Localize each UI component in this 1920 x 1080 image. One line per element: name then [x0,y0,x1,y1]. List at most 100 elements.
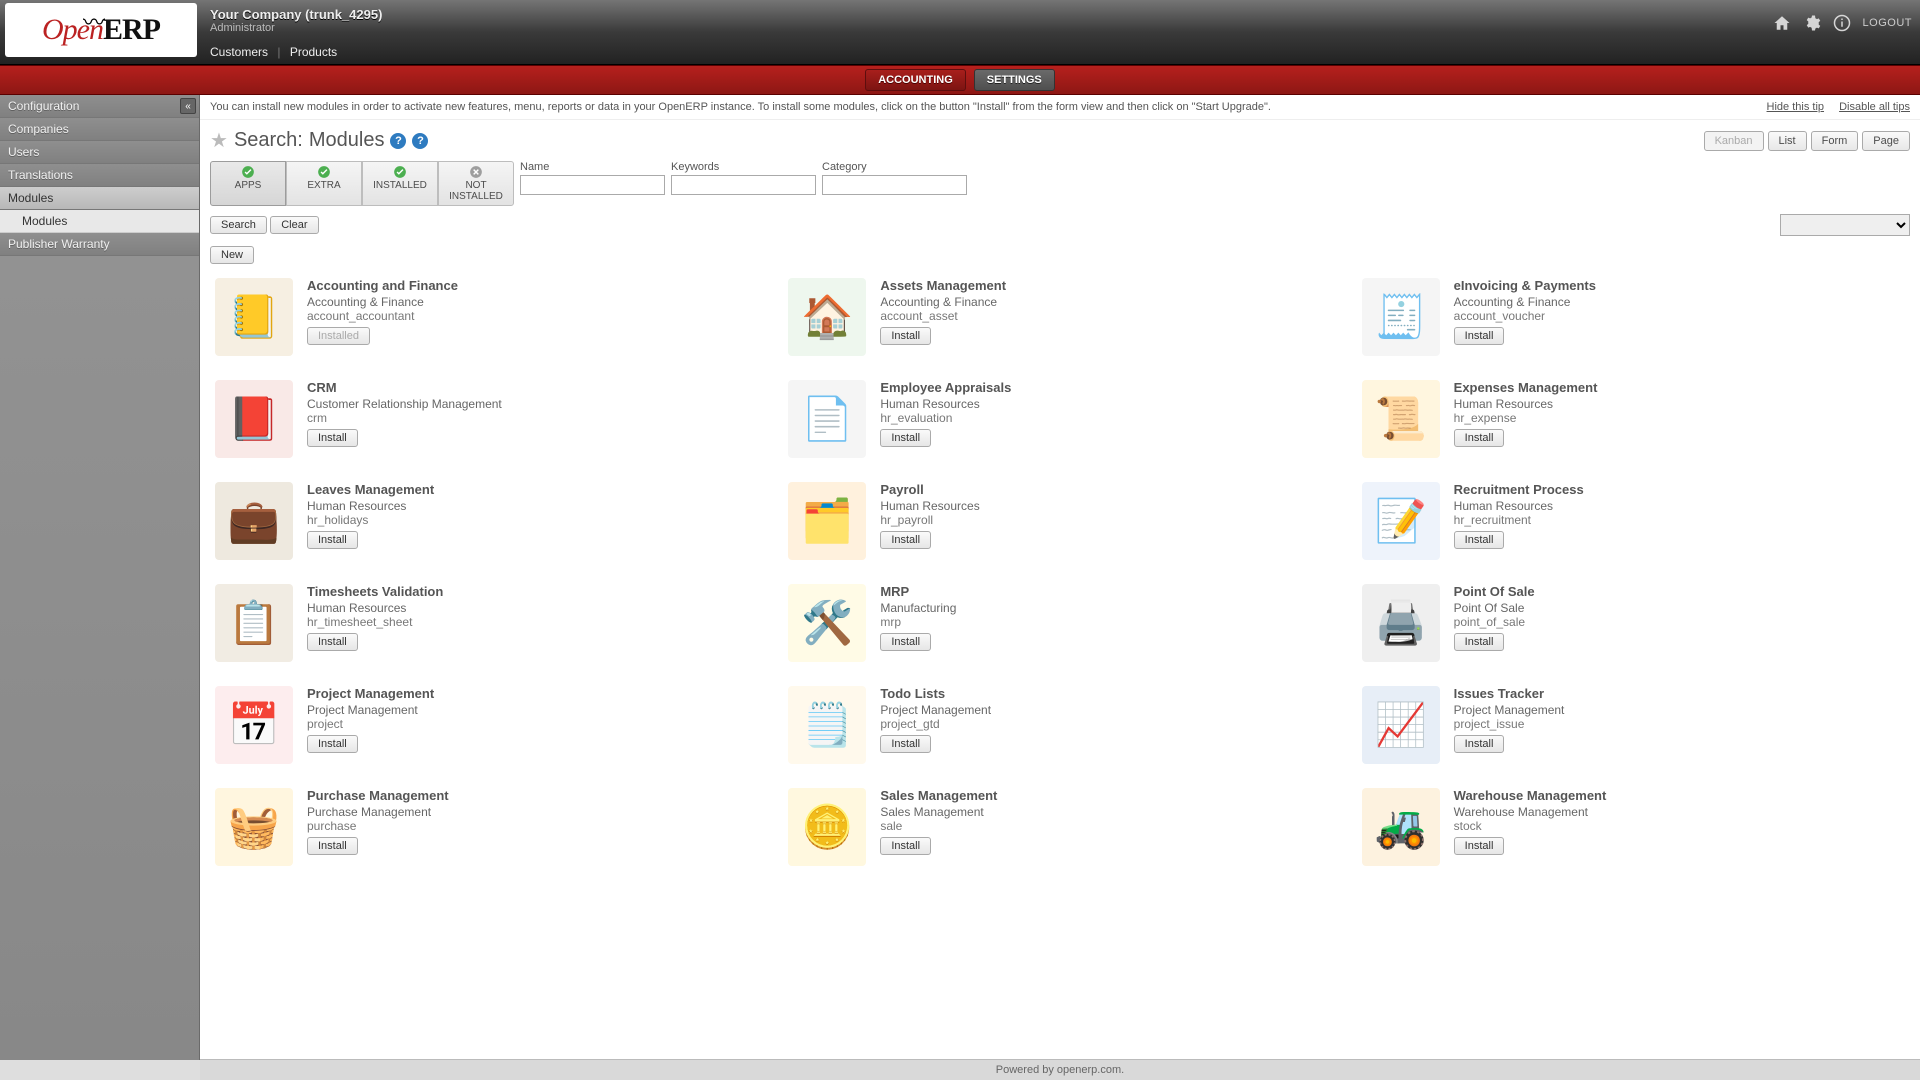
info-icon[interactable] [1833,14,1851,32]
sidebar-item-publisher-warranty[interactable]: Publisher Warranty [0,233,199,256]
module-category: Accounting & Finance [307,295,458,309]
install-button[interactable]: Install [1454,633,1505,651]
module-icon: 🏠 [788,278,866,356]
menu-customers[interactable]: Customers [210,45,268,59]
help-icon-2[interactable]: ? [412,133,428,149]
install-button[interactable]: Install [1454,837,1505,855]
install-button[interactable]: Install [307,837,358,855]
view-form[interactable]: Form [1811,131,1859,151]
sidebar-item-modules[interactable]: Modules [0,187,199,210]
module-card: 🗂️PayrollHuman Resourceshr_payrollInstal… [788,482,1331,560]
install-button[interactable]: Install [880,837,931,855]
module-icon: 📅 [215,686,293,764]
tab-accounting[interactable]: ACCOUNTING [865,69,966,91]
install-button[interactable]: Install [1454,327,1505,345]
module-tech-name: hr_timesheet_sheet [307,615,443,629]
tab-settings[interactable]: SETTINGS [974,69,1055,91]
module-card: 📄Employee AppraisalsHuman Resourceshr_ev… [788,380,1331,458]
input-name[interactable] [520,175,665,195]
filter-not-installed[interactable]: NOT INSTALLED [438,161,514,206]
view-switcher: Kanban List Form Page [1704,131,1910,151]
main-nav: ACCOUNTING SETTINGS [0,65,1920,95]
sidebar-subitem-modules[interactable]: Modules [0,210,199,233]
module-card: 🚜Warehouse ManagementWarehouse Managemen… [1362,788,1905,866]
help-icon[interactable]: ? [390,133,406,149]
module-icon: 📄 [788,380,866,458]
header-submenu: Customers | Products [210,45,337,59]
module-icon: 📋 [215,584,293,662]
module-card: 📕CRMCustomer Relationship ManagementcrmI… [215,380,758,458]
module-tech-name: stock [1454,819,1607,833]
module-title: Expenses Management [1454,380,1598,395]
view-page[interactable]: Page [1862,131,1910,151]
filter-apps[interactable]: APPS [210,161,286,206]
module-icon: 🧺 [215,788,293,866]
logo[interactable]: OpenERP 〰 [5,3,197,57]
module-icon: 🚜 [1362,788,1440,866]
sidebar-item-translations[interactable]: Translations [0,164,199,187]
module-icon: 🗂️ [788,482,866,560]
install-button[interactable]: Install [880,531,931,549]
gear-icon[interactable] [1803,14,1821,32]
input-category[interactable] [822,175,967,195]
module-category: Human Resources [1454,397,1598,411]
install-button[interactable]: Install [1454,735,1505,753]
clear-button[interactable]: Clear [270,216,318,234]
module-category: Purchase Management [307,805,449,819]
hide-tip-link[interactable]: Hide this tip [1767,101,1824,113]
module-card: 🏠Assets ManagementAccounting & Financeac… [788,278,1331,356]
module-tech-name: hr_holidays [307,513,434,527]
module-category: Human Resources [880,499,979,513]
home-icon[interactable] [1773,14,1791,32]
module-card: 🗒️Todo ListsProject Managementproject_gt… [788,686,1331,764]
user-role: Administrator [210,22,382,34]
check-icon [317,165,331,179]
module-category: Customer Relationship Management [307,397,502,411]
install-button[interactable]: Install [1454,531,1505,549]
install-button[interactable]: Install [880,429,931,447]
module-title: Payroll [880,482,979,497]
sidebar-collapse[interactable]: « [180,98,196,114]
install-button[interactable]: Install [880,633,931,651]
install-button[interactable]: Install [307,429,358,447]
module-category: Sales Management [880,805,997,819]
search-button[interactable]: Search [210,216,267,234]
module-tech-name: account_asset [880,309,1006,323]
new-button[interactable]: New [210,246,254,264]
install-button[interactable]: Install [880,735,931,753]
module-title: Sales Management [880,788,997,803]
module-title: Project Management [307,686,434,701]
favorite-star-icon[interactable]: ★ [210,128,228,153]
install-button[interactable]: Install [307,531,358,549]
view-list[interactable]: List [1768,131,1807,151]
module-category: Point Of Sale [1454,601,1535,615]
module-card: 📝Recruitment ProcessHuman Resourceshr_re… [1362,482,1905,560]
module-tech-name: hr_recruitment [1454,513,1584,527]
module-card: 🖨️Point Of SalePoint Of Salepoint_of_sal… [1362,584,1905,662]
field-keywords: Keywords [671,161,816,195]
filter-extra[interactable]: EXTRA [286,161,362,206]
pager-select[interactable] [1780,214,1910,236]
install-button[interactable]: Install [1454,429,1505,447]
module-title: Todo Lists [880,686,991,701]
logout-link[interactable]: LOGOUT [1863,17,1912,29]
filter-installed[interactable]: INSTALLED [362,161,438,206]
module-title: Leaves Management [307,482,434,497]
sidebar-item-companies[interactable]: Companies [0,118,199,141]
disable-tips-link[interactable]: Disable all tips [1839,101,1910,113]
install-button[interactable]: Install [307,633,358,651]
module-tech-name: account_accountant [307,309,458,323]
module-icon: 📜 [1362,380,1440,458]
content-area: You can install new modules in order to … [200,95,1920,1060]
input-keywords[interactable] [671,175,816,195]
install-button[interactable]: Install [307,735,358,753]
tip-bar: You can install new modules in order to … [200,95,1920,120]
module-tech-name: project_issue [1454,717,1565,731]
sidebar-item-users[interactable]: Users [0,141,199,164]
view-kanban[interactable]: Kanban [1704,131,1764,151]
install-button[interactable]: Install [880,327,931,345]
menu-products[interactable]: Products [290,45,337,59]
footer: Powered by openerp.com. [200,1059,1920,1080]
module-card: 📋Timesheets ValidationHuman Resourceshr_… [215,584,758,662]
sidebar-item-configuration[interactable]: Configuration [0,95,199,118]
